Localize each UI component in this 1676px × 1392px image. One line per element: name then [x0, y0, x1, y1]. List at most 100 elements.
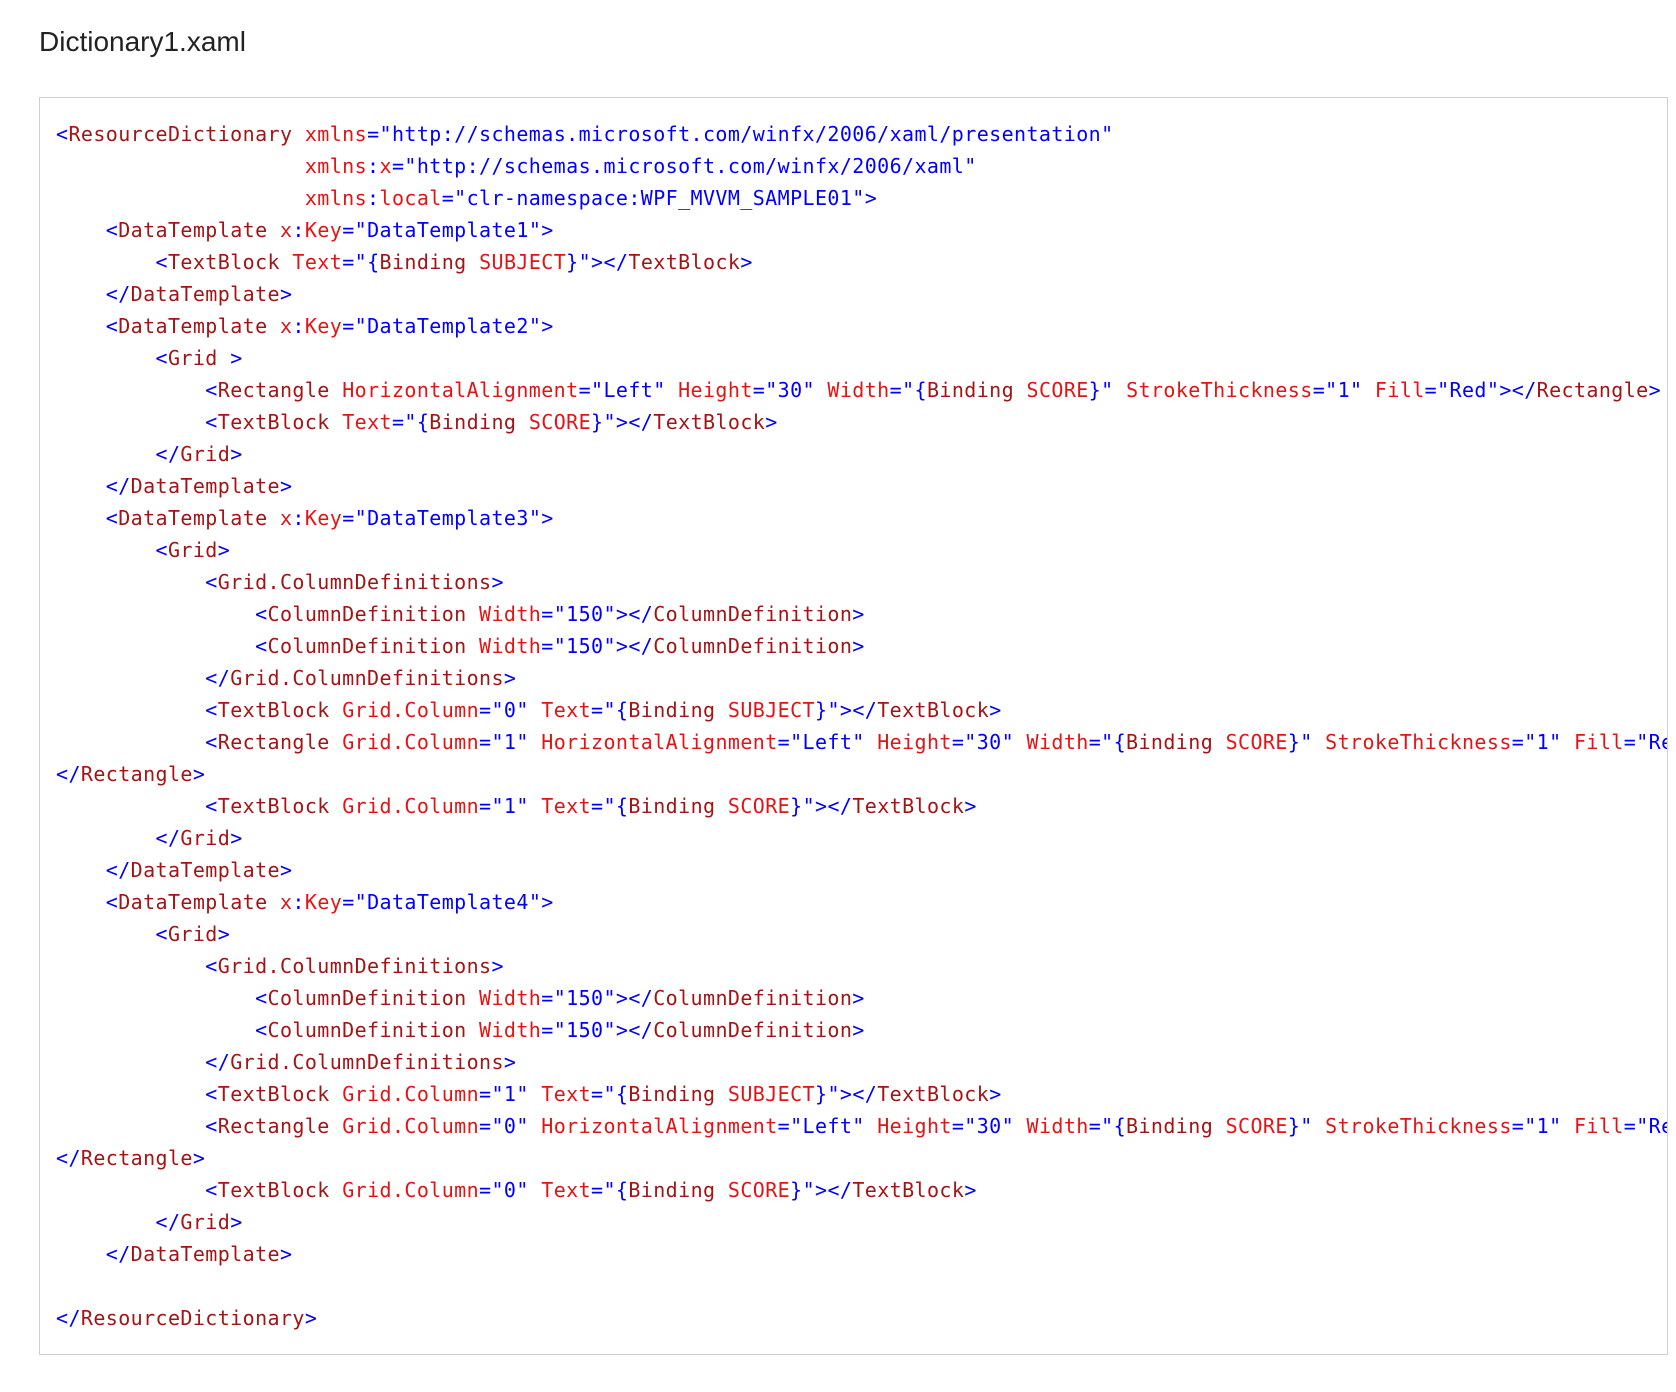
code-token: Binding	[1126, 1114, 1214, 1138]
code-token: :	[292, 314, 305, 338]
code-token: SUBJECT	[727, 1082, 815, 1106]
code-token: >	[217, 538, 231, 562]
code-token: >	[852, 986, 865, 1010]
code-token: TextBlock	[217, 794, 330, 818]
code-line: <Grid >	[56, 342, 1667, 374]
code-token: ="{	[591, 794, 629, 818]
code-token: SCORE	[727, 1178, 791, 1202]
code-token: DataTemplate	[118, 890, 268, 914]
code-token: ColumnDefinition	[267, 634, 467, 658]
code-token: >	[964, 794, 977, 818]
code-token: Grid.ColumnDefinitions	[217, 954, 492, 978]
code-token: TextBlock	[628, 250, 741, 274]
code-token: Rectangle	[80, 762, 193, 786]
code-token: xmlns	[304, 186, 368, 210]
code-token: ="DataTemplate2">	[342, 314, 554, 338]
code-token: Binding	[379, 250, 467, 274]
code-token: </	[105, 282, 131, 306]
code-token: Height	[678, 378, 753, 402]
code-token: <	[105, 890, 119, 914]
code-token: TextBlock	[217, 1082, 330, 1106]
code-token: Binding	[926, 378, 1015, 402]
code-token: ="1"	[479, 1082, 542, 1106]
code-token: Key	[304, 218, 343, 242]
code-token: >	[279, 1242, 293, 1266]
code-token: >	[279, 474, 293, 498]
code-token: ="http://schemas.microsoft.com/winfx/200…	[367, 122, 1114, 146]
code-token: }"	[1287, 730, 1326, 754]
code-token: </	[105, 858, 131, 882]
code-line: </Grid>	[56, 822, 1667, 854]
code-token: ResourceDictionary	[80, 1306, 305, 1330]
code-token: Text	[541, 698, 592, 722]
code-token: HorizontalAlignment	[541, 1114, 778, 1138]
code-token: >	[491, 570, 504, 594]
code-token: ="http://schemas.microsoft.com/winfx/200…	[391, 154, 977, 178]
code-token: <	[105, 506, 119, 530]
code-token: </	[155, 1210, 181, 1234]
code-token: :	[367, 186, 380, 210]
code-token: HorizontalAlignment	[541, 730, 778, 754]
code-line: <Rectangle Grid.Column="0" HorizontalAli…	[56, 1110, 1667, 1142]
code-token: :	[367, 154, 380, 178]
code-token: <	[205, 794, 218, 818]
code-token: Rectangle	[80, 1146, 193, 1170]
code-token: }"></	[790, 794, 853, 818]
code-token: Width	[479, 986, 542, 1010]
code-token: DataTemplate	[130, 858, 280, 882]
code-token: Grid.Column	[342, 730, 480, 754]
code-token: DataTemplate	[118, 506, 268, 530]
code-line: </ResourceDictionary>	[56, 1302, 1667, 1334]
code-token: <	[205, 1114, 218, 1138]
code-token: Grid.Column	[342, 1178, 480, 1202]
code-line: </DataTemplate>	[56, 854, 1667, 886]
code-token: Width	[479, 602, 542, 626]
code-token: ="150"></	[541, 602, 654, 626]
code-token: <	[255, 602, 268, 626]
code-line: <ResourceDictionary xmlns="http://schema…	[56, 118, 1667, 150]
code-line: <DataTemplate x:Key="DataTemplate2">	[56, 310, 1667, 342]
code-token: >	[192, 1146, 206, 1170]
code-token: Height	[877, 1114, 952, 1138]
code-token: ="{	[1088, 730, 1127, 754]
code-token: }"></	[815, 698, 878, 722]
code-token: Fill	[1573, 730, 1624, 754]
code-token: </	[205, 1050, 231, 1074]
code-token: }"></	[790, 1178, 853, 1202]
code-line: </Rectangle>	[56, 758, 1667, 790]
code-line: <ColumnDefinition Width="150"></ColumnDe…	[56, 1014, 1667, 1046]
code-line: </Grid.ColumnDefinitions>	[56, 1046, 1667, 1078]
code-token: >	[503, 1050, 517, 1074]
code-token: >	[740, 250, 753, 274]
code-token: >	[989, 1082, 1002, 1106]
code-token: ="{	[591, 1082, 629, 1106]
code-token: <	[205, 410, 218, 434]
code-token: <	[105, 218, 119, 242]
code-token: }"></	[815, 1082, 878, 1106]
code-token: Width	[827, 378, 890, 402]
code-token: ="DataTemplate3">	[342, 506, 554, 530]
code-token: Binding	[628, 698, 716, 722]
code-token: Rectangle	[217, 378, 330, 402]
code-token: </	[105, 474, 131, 498]
code-token: TextBlock	[877, 698, 990, 722]
